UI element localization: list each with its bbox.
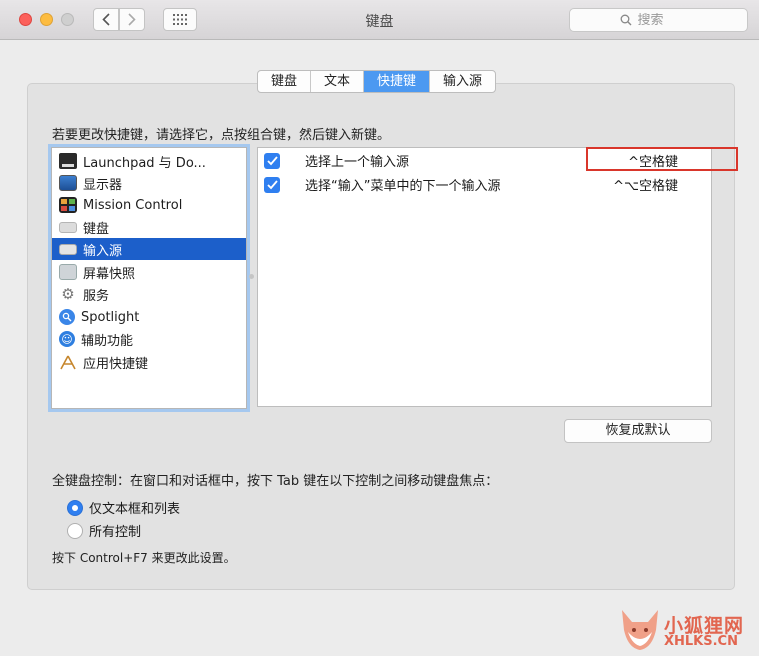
checkmark-icon <box>266 179 278 189</box>
screenshot-icon <box>59 264 77 280</box>
radio-option-text-boxes[interactable]: 仅文本框和列表 <box>67 498 180 517</box>
spotlight-icon <box>59 309 75 325</box>
category-list[interactable]: Launchpad 与 Do... 显示器 Mission Control 键盘… <box>51 147 247 409</box>
tab-text[interactable]: 文本 <box>311 71 365 92</box>
category-item-app-shortcuts[interactable]: 应用快捷键 <box>52 351 246 373</box>
category-item-display[interactable]: 显示器 <box>52 172 246 194</box>
tab-keyboard[interactable]: 键盘 <box>258 71 312 92</box>
split-handle[interactable] <box>249 274 254 279</box>
hint-text: 按下 Control+F7 来更改此设置。 <box>52 551 236 565</box>
watermark-url: XHLKS.CN <box>664 634 738 649</box>
shortcut-key[interactable]: ^⌥空格键 <box>613 175 678 194</box>
accessibility-icon: ☺ <box>59 331 75 347</box>
full-keyboard-access-label: 全键盘控制：在窗口和对话框中，按下 Tab 键在以下控制之间移动键盘焦点： <box>52 474 499 489</box>
category-item-services[interactable]: ⚙ 服务 <box>52 283 246 305</box>
category-item-input-sources[interactable]: 输入源 <box>52 238 246 260</box>
annotation-highlight-box <box>586 147 738 171</box>
radio-button[interactable] <box>67 499 83 516</box>
input-source-icon <box>59 243 77 255</box>
app-shortcuts-icon <box>59 354 77 370</box>
category-item-launchpad[interactable]: Launchpad 与 Do... <box>52 150 246 172</box>
tab-bar: 键盘 文本 快捷键 输入源 <box>257 70 497 93</box>
category-item-accessibility[interactable]: ☺ 辅助功能 <box>52 328 246 350</box>
shortcut-list[interactable]: 选择上一个输入源 ^空格键 选择“输入”菜单中的下一个输入源 ^⌥空格键 <box>257 147 712 407</box>
category-item-keyboard[interactable]: 键盘 <box>52 216 246 238</box>
shortcut-name: 选择“输入”菜单中的下一个输入源 <box>305 179 501 194</box>
shortcut-name: 选择上一个输入源 <box>305 155 410 170</box>
gear-icon: ⚙ <box>61 285 75 303</box>
shortcut-checkbox[interactable] <box>264 176 280 193</box>
title-bar: 键盘 <box>0 0 759 40</box>
keyboard-icon <box>59 221 77 233</box>
search-input[interactable] <box>637 12 698 28</box>
mission-control-icon <box>59 197 77 213</box>
search-icon <box>620 14 631 26</box>
radio-option-all-controls[interactable]: 所有控制 <box>67 521 141 540</box>
fox-logo-icon <box>622 610 658 650</box>
category-item-screenshots[interactable]: 屏幕快照 <box>52 261 246 283</box>
category-item-spotlight[interactable]: Spotlight <box>52 306 246 328</box>
tab-shortcuts[interactable]: 快捷键 <box>364 71 431 92</box>
launchpad-icon <box>59 153 77 169</box>
tab-input-sources[interactable]: 输入源 <box>430 71 495 92</box>
checkmark-icon <box>266 155 278 165</box>
shortcut-checkbox[interactable] <box>264 152 280 169</box>
category-item-mission-control[interactable]: Mission Control <box>52 194 246 216</box>
radio-button[interactable] <box>67 522 83 539</box>
restore-defaults-button[interactable]: 恢复成默认 <box>564 419 712 443</box>
search-field[interactable] <box>569 8 748 32</box>
shortcut-row[interactable]: 选择“输入”菜单中的下一个输入源 ^⌥空格键 <box>258 173 711 196</box>
display-icon <box>59 175 77 191</box>
instruction-text: 若要更改快捷键，请选择它，点按组合键，然后键入新键。 <box>52 128 391 143</box>
